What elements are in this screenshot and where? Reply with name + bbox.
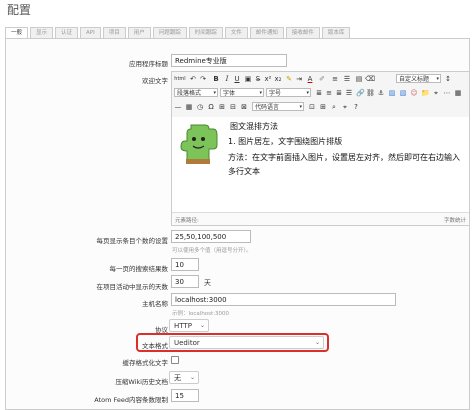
font-color-button[interactable]: A bbox=[306, 75, 314, 83]
feed-limit-label: Atom Feed内容条数限制 bbox=[94, 396, 168, 404]
search-limit-label: 每一页的搜索结果数 bbox=[109, 265, 169, 273]
underline-button[interactable]: U bbox=[233, 75, 241, 83]
table-icon[interactable]: ⊞ bbox=[218, 103, 226, 111]
italic-button[interactable]: I bbox=[223, 75, 231, 83]
align-center-icon[interactable]: ≡ bbox=[325, 89, 333, 97]
html-source-button[interactable]: html bbox=[174, 75, 186, 83]
host-name-label: 主机名称 bbox=[142, 300, 168, 308]
host-name-hint: 示例：localhost:3000 bbox=[172, 311, 230, 317]
merge-cells-icon[interactable]: ⊡ bbox=[308, 103, 316, 111]
per-page-hint: 可以使用多个值（用逗号分开）。 bbox=[172, 248, 252, 254]
text-format-select[interactable]: Ueditor ⌄ bbox=[169, 336, 324, 349]
cactus-image bbox=[180, 124, 218, 164]
horizontal-rule-icon[interactable]: — bbox=[174, 103, 182, 111]
undo-icon[interactable]: ↶ bbox=[189, 75, 197, 83]
table-insert-icon[interactable]: ⊟ bbox=[229, 103, 237, 111]
feed-limit-input[interactable]: 15 bbox=[171, 389, 199, 402]
autotypeset-icon[interactable]: ⇥ bbox=[295, 75, 303, 83]
content-line-1: 1. 图片居左，文字围绕图片排版 bbox=[228, 137, 343, 146]
search-replace-icon[interactable]: ⌖ bbox=[341, 103, 349, 111]
wiki-compress-label: 压缩Wiki历史文档 bbox=[115, 378, 168, 386]
activity-days-input[interactable]: 30 bbox=[171, 275, 199, 288]
content-heading: 图文混排方法 bbox=[230, 122, 278, 131]
font-border-icon[interactable]: ▣ bbox=[244, 75, 252, 83]
redo-icon[interactable]: ↷ bbox=[199, 75, 207, 83]
image-icon[interactable]: ▨ bbox=[388, 89, 396, 97]
per-page-input[interactable]: 25,50,100,500 bbox=[171, 230, 251, 243]
search-limit-input[interactable]: 10 bbox=[171, 258, 199, 271]
align-right-icon[interactable]: ≣ bbox=[335, 89, 343, 97]
emotion-icon[interactable]: ☺ bbox=[410, 89, 418, 97]
table-delete-icon[interactable]: ⊠ bbox=[240, 103, 248, 111]
editor-toolbar: html ↶ ↷ B I U ▣ S̶ x² x₂ ✎ ⇥ A ✐ ≡ ☰ ▤ … bbox=[172, 72, 469, 117]
pagebreak-icon[interactable]: ⋯ bbox=[443, 89, 451, 97]
font-family-select[interactable]: 字体 ▾ bbox=[220, 88, 264, 97]
subscript-icon[interactable]: x₂ bbox=[274, 75, 282, 83]
strikethrough-icon[interactable]: S̶ bbox=[254, 75, 262, 83]
wiki-compress-select[interactable]: 无 ⌄ bbox=[169, 371, 199, 384]
select-all-icon[interactable]: ▤ bbox=[355, 75, 363, 83]
format-match-icon[interactable]: ✎ bbox=[285, 75, 293, 83]
map-icon[interactable]: ⌖ bbox=[432, 89, 440, 97]
code-language-select[interactable]: 代码语言 ▾ bbox=[252, 102, 304, 111]
align-justify-icon[interactable]: ☰ bbox=[345, 89, 353, 97]
app-title-label: 应用程序标题 bbox=[129, 60, 168, 68]
cache-formatted-checkbox[interactable] bbox=[171, 356, 179, 364]
insert-image-icon[interactable]: ▧ bbox=[399, 89, 407, 97]
chevron-down-icon: ⌄ bbox=[314, 339, 320, 346]
editor-content[interactable]: 图文混排方法 1. 图片居左，文字围绕图片排版 方法：在文字前面插入图片，设置居… bbox=[172, 117, 469, 213]
app-title-input[interactable]: Redmine专业版 bbox=[171, 54, 287, 67]
time-icon[interactable]: ◷ bbox=[196, 103, 204, 111]
rich-text-editor: html ↶ ↷ B I U ▣ S̶ x² x₂ ✎ ⇥ A ✐ ≡ ☰ ▤ … bbox=[171, 71, 470, 226]
activity-days-label: 在项目活动中显示的天数 bbox=[96, 283, 169, 291]
ordered-list-icon[interactable]: ≡ bbox=[331, 75, 339, 83]
superscript-icon[interactable]: x² bbox=[264, 75, 272, 83]
special-char-icon[interactable]: Ω bbox=[207, 103, 215, 111]
bold-button[interactable]: B bbox=[212, 75, 220, 83]
rowspacing-icon[interactable]: ↕ bbox=[444, 75, 452, 83]
text-format-label: 文本格式 bbox=[142, 342, 168, 350]
welcome-text-label: 欢迎文字 bbox=[142, 77, 168, 85]
activity-days-unit: 天 bbox=[204, 279, 211, 287]
clear-doc-icon[interactable]: ⌫ bbox=[365, 75, 375, 83]
split-cells-icon[interactable]: ⊞ bbox=[319, 103, 327, 111]
word-count-label: 字数统计 bbox=[443, 218, 466, 224]
anchor-icon[interactable]: ⚓ bbox=[377, 89, 385, 97]
help-icon[interactable]: ? bbox=[352, 103, 360, 111]
paragraph-format-select[interactable]: 段落格式 ▾ bbox=[174, 88, 218, 97]
settings-tabs: 一般 显示 认证 API 项目 用户 问题跟踪 时间跟踪 文件 邮件通知 接收邮件 版本库 bbox=[5, 27, 351, 39]
unlink-icon[interactable]: ⛓ bbox=[366, 89, 375, 97]
per-page-label: 每页显示条目个数的设置 bbox=[96, 237, 169, 245]
align-left-icon[interactable]: ≣ bbox=[315, 89, 323, 97]
date-icon[interactable]: ▦ bbox=[185, 103, 193, 111]
unordered-list-icon[interactable]: ☰ bbox=[343, 75, 351, 83]
link-icon[interactable]: 🔗 bbox=[356, 89, 365, 97]
cache-formatted-label: 缓存格式化文字 bbox=[122, 359, 169, 367]
chevron-down-icon: ⌄ bbox=[199, 322, 205, 329]
page-title: 配置 bbox=[7, 3, 32, 17]
preview-icon[interactable]: ⌕ bbox=[330, 103, 338, 111]
element-path-label: 元素路径: bbox=[175, 218, 199, 224]
content-line-2: 方法：在文字前面插入图片，设置居左对齐，然后即可在右边输入多行文本 bbox=[228, 153, 460, 176]
host-name-input[interactable]: localhost:3000 bbox=[171, 293, 396, 306]
highlight-color-icon[interactable]: ✐ bbox=[318, 75, 326, 83]
template-icon[interactable]: ▦ bbox=[454, 89, 462, 97]
protocol-select[interactable]: HTTP ⌄ bbox=[169, 319, 209, 332]
font-size-select[interactable]: 字号 ▾ bbox=[266, 88, 311, 97]
attachment-icon[interactable]: 📁 bbox=[421, 89, 430, 97]
custom-title-select[interactable]: 自定义标题 ▾ bbox=[396, 74, 441, 83]
editor-footer: 元素路径: 字数统计 bbox=[172, 212, 469, 225]
chevron-down-icon: ⌄ bbox=[189, 374, 195, 381]
